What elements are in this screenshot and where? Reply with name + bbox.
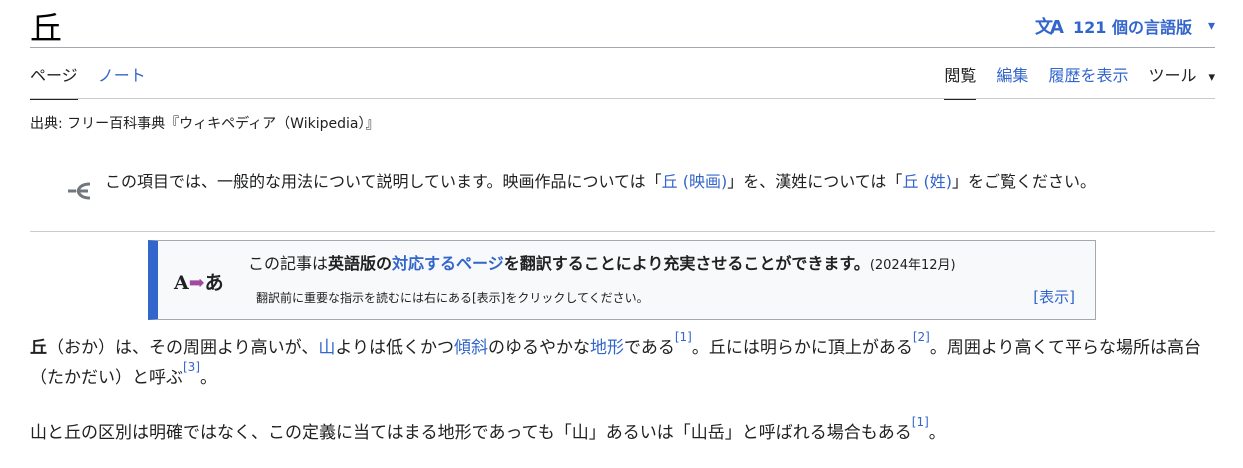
tools-menu[interactable]: ツール ▾ <box>1148 64 1215 100</box>
hatnote-text: 」を、漢姓については「 <box>727 172 903 191</box>
translate-icon: A➡あ <box>174 268 224 295</box>
article-paragraph: 山と丘の区別は明確ではなく、この定義に当てはまる地形であっても「山」あるいは「山… <box>30 415 1215 448</box>
article-term: 丘 <box>30 338 47 358</box>
reference-link[interactable]: [1] <box>912 415 929 429</box>
notice-link-counterpart[interactable]: 対応するページ <box>392 254 504 273</box>
paragraph-text: 山と丘の区別は明確ではなく、この定義に当てはまる地形であっても「山」あるいは「山… <box>30 423 912 443</box>
hatnote-link-surname[interactable]: 丘 (姓) <box>902 172 952 191</box>
title-divider <box>30 47 1215 48</box>
link-mountain[interactable]: 山 <box>318 338 335 358</box>
page-title: 丘 <box>30 9 63 47</box>
paragraph-text: のゆるやかな <box>488 338 590 358</box>
hatnote-divider <box>30 231 1215 232</box>
view-tabs: 閲覧 編集 履歴を表示 ツール ▾ <box>924 64 1215 100</box>
tab-page[interactable]: ページ <box>30 64 78 100</box>
link-slope[interactable]: 傾斜 <box>454 338 488 358</box>
chevron-down-icon: ▾ <box>1208 70 1215 85</box>
language-button[interactable]: 文A 121 個の言語版 ▾ <box>1035 13 1215 39</box>
paragraph-text: 。 <box>200 368 217 388</box>
translate-icon-a: A <box>174 272 189 294</box>
paragraph-text: よりは低くかつ <box>335 338 454 358</box>
tabs-divider <box>30 98 1215 99</box>
hatnote: この項目では、一般的な用法について説明しています。映画作品については「丘 (映画… <box>62 167 1172 200</box>
tab-read[interactable]: 閲覧 <box>944 64 977 100</box>
article-paragraph: 丘（おか）は、その周囲より高いが、山よりは低くかつ傾斜のゆるやかな地形である[1… <box>30 330 1215 393</box>
tools-menu-label: ツール <box>1148 66 1197 85</box>
tab-edit[interactable]: 編集 <box>996 64 1028 100</box>
hatnote-link-film[interactable]: 丘 (映画) <box>662 172 728 191</box>
reference-link[interactable]: [3] <box>183 360 200 374</box>
source-line: 出典: フリー百科事典『ウィキペディア（Wikipedia）』 <box>30 116 380 132</box>
hatnote-text: この項目では、一般的な用法について説明しています。映画作品については「 <box>105 172 662 191</box>
translate-icon: 文A <box>1035 17 1064 38</box>
disambiguation-icon <box>66 181 96 201</box>
chevron-down-icon: ▾ <box>1207 18 1215 34</box>
notice-bold: 英語版の <box>328 254 393 273</box>
reference-link[interactable]: [1] <box>675 330 692 344</box>
paragraph-text: 。 <box>928 423 946 443</box>
paragraph-text: である <box>624 338 675 358</box>
link-landform[interactable]: 地形 <box>590 338 624 358</box>
paragraph-text: 。丘には明らかに頂上がある <box>691 338 913 358</box>
notice-text: この記事は <box>248 254 329 273</box>
translate-icon-b: あ <box>204 272 224 294</box>
notice-date: (2024年12月) <box>869 258 956 273</box>
hatnote-text: 」をご覧ください。 <box>952 172 1097 191</box>
arrow-icon: ➡ <box>188 272 205 294</box>
paragraph-text: （おか）は、その周囲より高いが、 <box>47 338 319 358</box>
reference-link[interactable]: [2] <box>913 330 930 344</box>
namespace-tabs: ページ ノート <box>30 64 166 100</box>
show-button[interactable]: [表示] <box>1033 287 1075 307</box>
translation-notice: A➡あ この記事は英語版の対応するページを翻訳することにより充実させることができ… <box>148 240 1096 320</box>
notice-subtext: 翻訳前に重要な指示を読むには右にある[表示]をクリックしてください。 <box>256 291 649 305</box>
language-button-label: 121 個の言語版 <box>1072 18 1192 37</box>
tab-history[interactable]: 履歴を表示 <box>1048 64 1128 100</box>
tab-talk[interactable]: ノート <box>98 64 146 100</box>
notice-bold: を翻訳することにより充実させることができます。 <box>503 254 870 273</box>
